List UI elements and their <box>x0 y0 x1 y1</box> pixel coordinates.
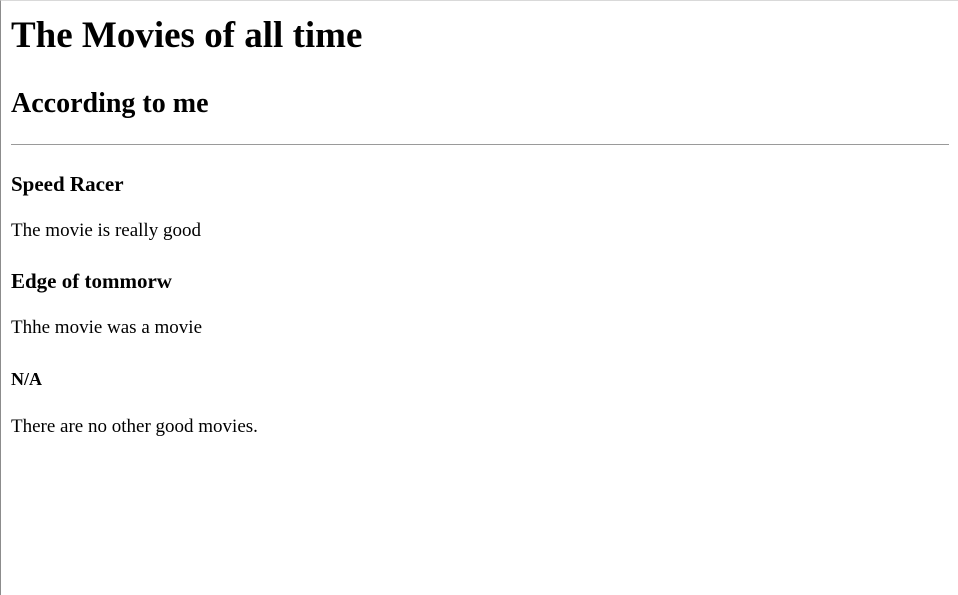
movie-description: There are no other good movies. <box>11 416 258 437</box>
page-subtitle: According to me <box>11 88 209 119</box>
movie-description: The movie is really good <box>11 220 201 241</box>
movie-title: N/A <box>11 369 42 389</box>
page-title: The Movies of all time <box>11 15 363 56</box>
movie-description: Thhe movie was a movie <box>11 317 203 338</box>
section-divider <box>11 144 949 145</box>
movie-title: Speed Racer <box>11 172 124 196</box>
movie-title: Edge of tommorw <box>11 269 172 293</box>
